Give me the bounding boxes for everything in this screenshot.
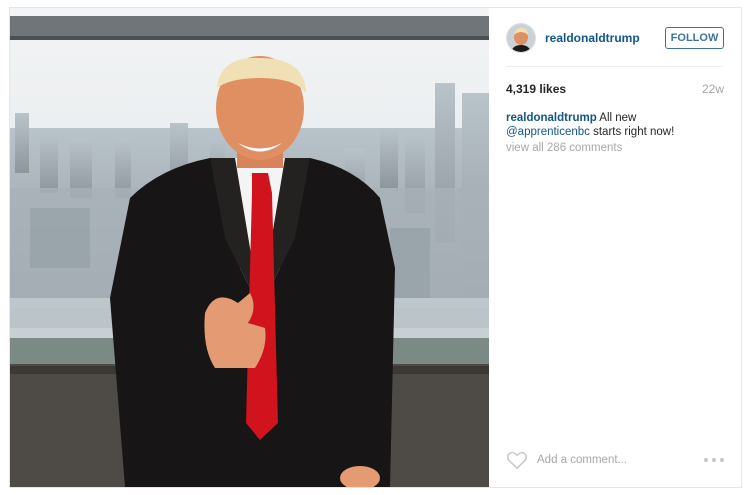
caption-username[interactable]: realdonaldtrump — [506, 112, 597, 124]
profile-avatar[interactable] — [506, 23, 536, 53]
likes-row: 4,319 likes 22w — [506, 82, 724, 96]
header-divider — [506, 66, 724, 67]
post-image — [10, 8, 489, 487]
post-age[interactable]: 22w — [702, 82, 724, 96]
more-dot — [720, 458, 724, 462]
username-link[interactable]: realdonaldtrump — [545, 31, 665, 45]
more-options-icon[interactable] — [704, 455, 724, 465]
comment-bar — [506, 449, 724, 471]
likes-count[interactable]: 4,319 likes — [506, 82, 566, 96]
avatar-image — [507, 24, 535, 52]
more-dot — [704, 458, 708, 462]
follow-button[interactable]: FOLLOW — [665, 27, 724, 49]
more-dot — [712, 458, 716, 462]
caption-mention[interactable]: @apprenticenbc — [506, 126, 590, 138]
post-photo[interactable] — [10, 8, 489, 487]
post-sidebar: realdonaldtrump FOLLOW 4,319 likes 22w r… — [489, 8, 741, 487]
caption-text-before: All new — [596, 112, 637, 124]
heart-icon[interactable] — [506, 450, 528, 470]
view-all-comments-link[interactable]: view all 286 comments — [506, 142, 622, 154]
post-header: realdonaldtrump FOLLOW — [506, 23, 724, 53]
caption-text-after: starts right now! — [589, 126, 675, 138]
post-caption: realdonaldtrump All new @apprenticenbc s… — [506, 111, 721, 139]
instagram-post: realdonaldtrump FOLLOW 4,319 likes 22w r… — [9, 7, 742, 488]
comment-input[interactable] — [537, 454, 704, 466]
